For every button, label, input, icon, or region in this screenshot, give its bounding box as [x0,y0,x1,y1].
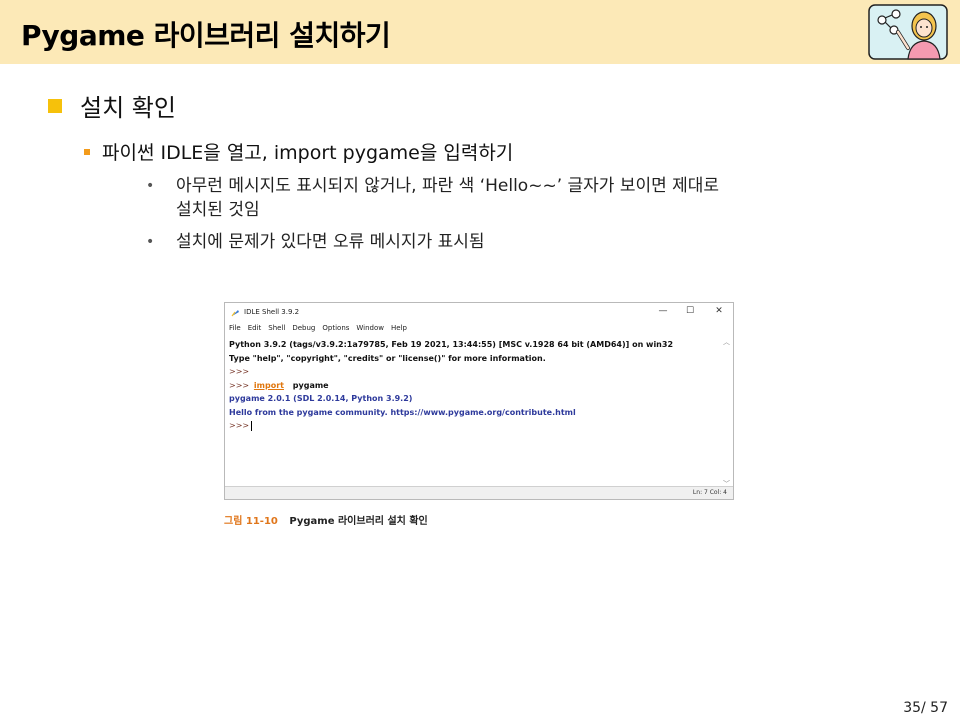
scroll-up-icon[interactable]: ︿ [723,337,730,347]
bullet-item: • 아무런 메시지도 표시되지 않거나, 파란 색 ‘Hello~~’ 글자가 … [146,174,906,222]
window-title: IDLE Shell 3.9.2 [244,308,300,316]
bullet-item: • 설치에 문제가 있다면 오류 메시지가 표시됨 [146,230,906,254]
status-bar: Ln: 7 Col: 4 [225,486,733,499]
menu-help[interactable]: Help [391,324,407,332]
presenter-illustration-icon [868,4,948,60]
shell-prompt: >>> [229,367,250,376]
menu-bar: File Edit Shell Debug Options Window Hel… [229,324,407,332]
menu-debug[interactable]: Debug [292,324,315,332]
bullet-small-square-icon [84,148,90,155]
heading-level1-text: 설치 확인 [80,94,176,122]
bullet-dot-icon: • [146,234,155,250]
minimize-button[interactable]: — [655,306,671,316]
menu-shell[interactable]: Shell [268,324,285,332]
bullet-dot-icon: • [146,178,155,194]
menu-edit[interactable]: Edit [248,324,262,332]
bullet-text-line: 아무런 메시지도 표시되지 않거나, 파란 색 ‘Hello~~’ 글자가 보이… [176,176,720,196]
slide-title: Pygame 라이브러리 설치하기 [21,19,391,52]
shell-output-line: pygame 2.0.1 (SDL 2.0.14, Python 3.9.2) [229,394,413,403]
bullet-square-icon [48,98,62,113]
figure-caption: 그림 11-10 Pygame 라이브러리 설치 확인 [224,512,428,527]
bullet-text-line: 설치에 문제가 있다면 오류 메시지가 표시됨 [176,232,485,252]
window-titlebar: IDLE Shell 3.9.2 — ☐ ✕ [225,303,733,323]
heading-level1: 설치 확인 [48,88,176,123]
figure-caption-text: Pygame 라이브러리 설치 확인 [289,516,428,527]
heading-level2-text: 파이썬 IDLE을 열고, import pygame을 입력하기 [102,142,514,164]
menu-file[interactable]: File [229,324,241,332]
page-number: 35/ 57 [903,700,948,716]
import-module: pygame [292,380,329,390]
bullet-text-line: 설치된 것임 [176,200,260,220]
shell-prompt: >>> [229,421,250,430]
shell-output-line: Hello from the pygame community. https:/… [229,407,576,417]
text-cursor [251,420,253,431]
maximize-button[interactable]: ☐ [682,306,698,316]
cursor-position: Ln: 7 Col: 4 [692,489,727,496]
shell-line: Type "help", "copyright", "credits" or "… [229,353,546,363]
heading-level2: 파이썬 IDLE을 열고, import pygame을 입력하기 [84,138,513,165]
shell-prompt: >>> [229,380,250,390]
shell-output[interactable]: Python 3.9.2 (tags/v3.9.2:1a79785, Feb 1… [229,338,719,433]
vertical-scrollbar[interactable]: ︿ ﹀ [723,337,731,489]
python-feather-icon [231,310,239,317]
slide-header: Pygame 라이브러리 설치하기 [0,0,960,64]
import-keyword: import [253,380,284,390]
close-button[interactable]: ✕ [711,306,727,316]
shell-line: Python 3.9.2 (tags/v3.9.2:1a79785, Feb 1… [229,340,674,349]
shell-line-current: >>> [229,419,719,433]
menu-window[interactable]: Window [356,324,384,332]
shell-line-import: >>> import pygame [229,379,719,393]
figure-number: 그림 11-10 [224,516,278,527]
menu-options[interactable]: Options [322,324,349,332]
idle-shell-window: IDLE Shell 3.9.2 — ☐ ✕ File Edit Shell D… [224,302,734,500]
